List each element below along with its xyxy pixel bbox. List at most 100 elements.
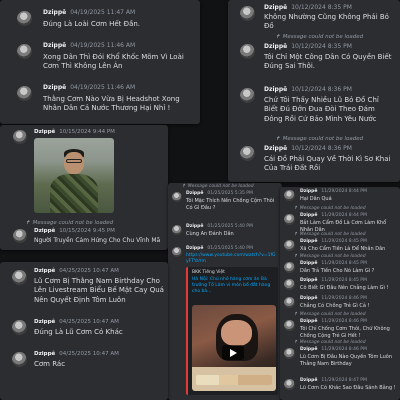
reply-arrow-icon: ↱: [182, 184, 186, 189]
message-text: Tôi Chỉ Một Công Dân Có Quyền Biết Đúng …: [264, 53, 392, 71]
message: Dzippê 04/19/2025 11:46 AM Xong Dân Thì Đ…: [0, 42, 200, 78]
author-name[interactable]: Dzippê: [300, 319, 317, 324]
avatar[interactable]: [17, 44, 32, 59]
timestamp: 04/19/2025 11:46 AM: [70, 84, 136, 91]
message-text: Lũ Cơm Bị Thằng Nam Birthday Cho Lên Liv…: [34, 277, 164, 304]
timestamp: 04/25/2025 10:47 AM: [59, 319, 119, 325]
avatar[interactable]: [13, 130, 27, 144]
timestamp: 10/12/2024 8:35 PM: [291, 4, 352, 11]
message-text: Thằng Cơm Nào Vừa Bị Headshot Xong Nhân …: [43, 95, 180, 113]
avatar[interactable]: [284, 320, 295, 331]
message: ↱ Message could not be loaded Dzippê 11/29…: [280, 206, 400, 233]
author-name[interactable]: Dzippê: [300, 261, 317, 266]
reply-reference[interactable]: ↱ Message could not be loaded: [294, 232, 366, 238]
avatar[interactable]: [284, 279, 295, 290]
message: ↱ Message could not be loaded Dzippê 10/12…: [228, 136, 400, 180]
author-name[interactable]: Dzippê: [34, 351, 55, 357]
avatar[interactable]: [240, 44, 255, 59]
message-text: Cùng An Đánh Dân: [186, 231, 234, 237]
author-name[interactable]: Dzippê: [186, 191, 203, 196]
message: ↱ Message could not be loaded Dzippê 11/29…: [280, 254, 400, 277]
message-card-1: Dzippê 04/19/2025 11:47 AM Đúng Là Loài C…: [0, 0, 200, 124]
embed-title[interactable]: Hà Nội: Chú nhỏ hàng cơm ăn Bà trưởng Tổ…: [192, 277, 276, 295]
author-name[interactable]: Dzippê: [264, 145, 287, 152]
avatar[interactable]: [284, 240, 295, 251]
reply-reference[interactable]: ↱ Message could not be loaded: [294, 312, 366, 318]
message-text: Tôi Mặc Thích Nền Chồng Cộm Thôi Có Gì Đ…: [186, 198, 275, 211]
author-name[interactable]: Dzippê: [300, 239, 317, 244]
message: Dzippê 04/25/2025 10:47 AM Cơm Rác: [0, 350, 168, 376]
play-icon[interactable]: [222, 345, 244, 360]
avatar[interactable]: [172, 192, 182, 202]
avatar[interactable]: [12, 270, 27, 285]
avatar[interactable]: [284, 297, 295, 308]
avatar[interactable]: [17, 86, 32, 101]
message-card-6: Dzippê 04/25/2025 10:47 AM Lũ Cơm Bị Thằn…: [0, 262, 168, 400]
avatar[interactable]: [12, 320, 27, 335]
author-name[interactable]: Dzippê: [43, 9, 66, 16]
reply-text: Message could not be loaded: [187, 184, 254, 189]
author-name[interactable]: Dzippê: [300, 378, 317, 383]
author-name[interactable]: Dzippê: [300, 213, 317, 218]
avatar[interactable]: [240, 6, 255, 21]
author-name[interactable]: Dzippê: [186, 246, 203, 251]
message: Dzippê 10/15/2024 9:44 PM: [0, 125, 168, 215]
youtube-link[interactable]: https://www.youtube.com/watch?v=1fGyFTYa…: [186, 253, 278, 265]
reply-text: Message could not be loaded: [299, 232, 366, 237]
message-card-3: Dzippê 10/15/2024 9:44 PM ↱ Message could …: [0, 125, 168, 250]
reply-reference[interactable]: ↱ Message could not be loaded: [182, 184, 254, 190]
reply-text: Message could not be loaded: [282, 34, 364, 40]
video-thumbnail[interactable]: [192, 305, 276, 391]
reply-reference[interactable]: ↱ Message could not be loaded: [26, 220, 113, 227]
timestamp: 11/29/2024 8:45 PM: [321, 239, 367, 244]
message: Dzippê 04/25/2025 10:47 AM Lũ Cơm Bị Thằn…: [0, 262, 168, 314]
avatar[interactable]: [13, 229, 27, 243]
message-text: Không Nhường Cũng Không Phải Bỏ Đồ: [264, 13, 389, 31]
author-name[interactable]: Dzippê: [43, 42, 66, 49]
avatar[interactable]: [284, 262, 295, 273]
avatar[interactable]: [172, 247, 182, 257]
reply-reference[interactable]: ↱ Message could not be loaded: [276, 34, 364, 41]
reply-reference[interactable]: ↱ Message could not be loaded: [294, 254, 366, 260]
embed-author[interactable]: BKK Tiếng Việt: [192, 270, 276, 276]
author-name[interactable]: Dzippê: [300, 189, 317, 194]
avatar[interactable]: [17, 11, 32, 26]
author-name[interactable]: Dzippê: [186, 224, 203, 229]
author-name[interactable]: Dzippê: [264, 43, 287, 50]
author-name[interactable]: Dzippê: [34, 228, 55, 234]
author-name[interactable]: Dzippê: [34, 268, 55, 274]
author-name[interactable]: Dzippê: [264, 86, 287, 93]
avatar[interactable]: [284, 190, 295, 201]
timestamp: 01/25/2025 5:40 PM: [207, 224, 253, 229]
message: ↱ Message could not be loaded Dzippê 11/29…: [280, 232, 400, 255]
timestamp: 01/25/2025 5:35 PM: [207, 191, 253, 196]
avatar[interactable]: [172, 225, 182, 235]
reply-arrow-icon: ↱: [294, 254, 298, 259]
author-name[interactable]: Dzippê: [34, 319, 55, 325]
attached-image[interactable]: [34, 138, 114, 213]
reply-reference[interactable]: ↱ Message could not be loaded: [276, 136, 363, 143]
reply-reference[interactable]: ↱ Message could not be loaded: [294, 340, 366, 346]
author-name[interactable]: Dzippê: [34, 129, 55, 135]
avatar[interactable]: [240, 146, 255, 161]
message-text: Cô Biết Gì Đâu Nên Chẳng Làm Gì !: [300, 285, 389, 291]
message: Dzippê 11/29/2024 8:47 PM Lũ Cơm Có Khác …: [280, 377, 400, 399]
avatar[interactable]: [284, 214, 295, 225]
author-name[interactable]: Dzippê: [300, 296, 317, 301]
reply-arrow-icon: ↱: [294, 232, 298, 237]
message: Dzippê 04/19/2025 11:46 AM Thằng Cơm Nào …: [0, 84, 200, 122]
message-text: Xong Dân Thì Đói Khổ Khốc Mõm Vì Loài Cơ…: [43, 53, 184, 71]
author-name[interactable]: Dzippê: [300, 347, 317, 352]
reply-reference[interactable]: ↱ Message could not be loaded: [294, 206, 366, 212]
avatar[interactable]: [12, 352, 27, 367]
reply-text: Message could not be loaded: [299, 254, 366, 259]
message-text: Lũ Cơm Có Khác Sao Đâu Sánh Bằng !: [300, 385, 396, 391]
avatar[interactable]: [284, 379, 295, 390]
author-name[interactable]: Dzippê: [300, 278, 317, 283]
author-name[interactable]: Dzippê: [43, 84, 66, 91]
avatar[interactable]: [284, 348, 295, 359]
timestamp: 11/29/2024 8:47 PM: [321, 378, 367, 383]
message-card-2: Dzippê 10/12/2024 8:35 PM Không Nhường Cũ…: [228, 0, 400, 182]
author-name[interactable]: Dzippê: [264, 4, 287, 11]
avatar[interactable]: [240, 88, 255, 103]
